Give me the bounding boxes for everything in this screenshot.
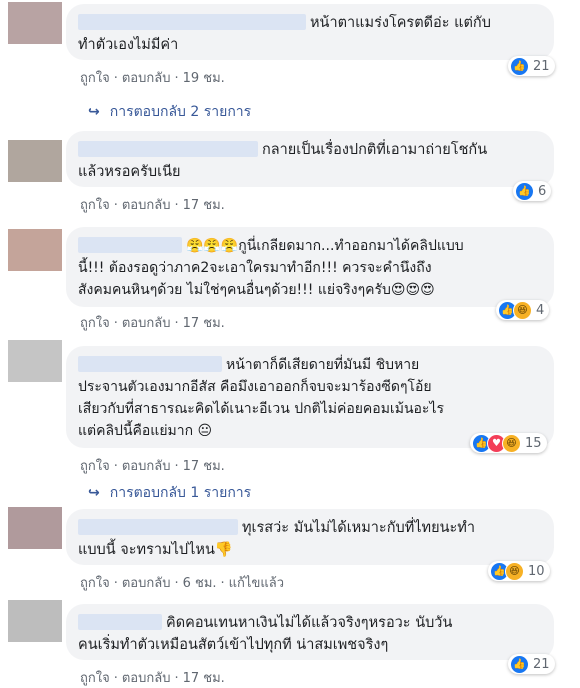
comment-text-line: นี้!!! ต้องรอดูว่าภาค2จะเอาใครมาทำอีก!!!… [78,260,432,276]
comment-text-line: หน้าตาก็ดีเสียดายที่มันมี ชิบหาย [226,357,420,373]
like-link[interactable]: ถูกใจ [80,576,110,591]
comment-text-line: หน้าตาแมร่งโครตดีอ่ะ แต่กับ [310,15,491,31]
commenter-name[interactable] [78,614,162,630]
reaction-count: 21 [533,58,550,74]
comment-actions: ถูกใจ · ตอบกลับ · 17 ชม. [80,198,225,213]
reaction-count: 10 [528,563,545,579]
comment-bubble: หน้าตาแมร่งโครตดีอ่ะ แต่กับ ทำตัวเองไม่ม… [66,4,554,60]
commenter-name[interactable] [78,356,222,372]
reply-link[interactable]: ตอบกลับ [122,316,171,331]
like-link[interactable]: ถูกใจ [80,71,110,86]
like-link[interactable]: ถูกใจ [80,316,110,331]
reaction-summary[interactable]: 👍 😆 4 [496,300,550,320]
like-link[interactable]: ถูกใจ [80,459,110,474]
comment-bubble: 😤😤😤กูนี่เกลียดมาก...ทำออกมาได้คลิปแบบ นี… [66,227,554,307]
reaction-count: 4 [536,302,545,318]
reaction-summary[interactable]: 👍 21 [508,56,555,76]
comment-text-line: คนเริ่มทำตัวเหมือนสัตว์เข้าไปทุกที น่าสม… [78,637,389,653]
comment-actions: ถูกใจ · ตอบกลับ · 17 ชม. [80,459,225,474]
comment-text-line: ทำตัวเองไม่มีค่า [78,37,179,53]
reply-link[interactable]: ตอบกลับ [122,576,171,591]
commenter-name[interactable] [78,519,238,535]
like-reaction-icon: 👍 [515,181,534,201]
comment-actions: ถูกใจ · ตอบกลับ · 19 ชม. [80,71,225,86]
haha-reaction-icon: 😆 [505,561,524,581]
comment-text-line: กลายเป็นเรื่องปกติที่เอามาถ่ายโชกัน [262,142,488,158]
reaction-count: 21 [533,656,550,672]
reaction-summary[interactable]: 👍 6 [513,181,552,201]
like-link[interactable]: ถูกใจ [80,671,110,686]
timestamp[interactable]: 17 ชม. [183,316,225,331]
view-replies-link[interactable]: ↪ การตอบกลับ 2 รายการ [88,101,251,123]
reaction-count: 6 [538,183,547,199]
comment-text-line: ทุเรสว่ะ มันไม่ได้เหมาะกับที่ไทยนะทำ [242,520,476,536]
haha-reaction-icon: 😆 [513,300,532,320]
timestamp[interactable]: 17 ชม. [183,198,225,213]
like-link[interactable]: ถูกใจ [80,198,110,213]
replies-count-label: การตอบกลับ 1 รายการ [109,485,252,501]
comment-actions: ถูกใจ · ตอบกลับ · 17 ชม. [80,316,225,331]
reply-link[interactable]: ตอบกลับ [122,71,171,86]
timestamp[interactable]: 19 ชม. [183,71,225,86]
reply-link[interactable]: ตอบกลับ [122,198,171,213]
comment-bubble: กลายเป็นเรื่องปกติที่เอามาถ่ายโชกัน แล้ว… [66,131,554,187]
comment-text-line: ประจานตัวเองมากอีสัส คือมึงเอาออกก็จบจะม… [78,379,432,395]
comment-text-line: แต่คลิปนี้คือแย่มาก 😐 [78,423,213,439]
replies-count-label: การตอบกลับ 2 รายการ [109,104,252,120]
reaction-summary[interactable]: 👍 ♥ 😆 15 [470,433,547,453]
comment-bubble: ทุเรสว่ะ มันไม่ได้เหมาะกับที่ไทยนะทำ แบบ… [66,509,554,565]
comment-text-line: เสียวกับที่สาธารณะคิดได้เนาะอีเวน ปกติไม… [78,401,445,417]
comment-actions: ถูกใจ · ตอบกลับ · 17 ชม. [80,671,225,686]
avatar[interactable] [8,340,62,382]
comment-bubble: คิดคอนเทนหาเงินไม่ได้แล้วจริงๆหรอวะ นับว… [66,604,554,660]
comment-text-line: แล้วหรอครับเนีย [78,164,181,180]
reaction-summary[interactable]: 👍 21 [508,654,555,674]
haha-reaction-icon: 😆 [502,433,521,453]
reaction-summary[interactable]: 👍 😆 10 [488,561,550,581]
edited-label[interactable]: แก้ไขแล้ว [229,576,284,591]
avatar[interactable] [8,600,62,642]
avatar[interactable] [8,140,62,182]
commenter-name[interactable] [78,14,306,30]
reply-arrow-icon: ↪ [88,104,100,120]
comment-text-line: แบบนี้ จะทรามไปไหน👎 [78,542,233,558]
commenter-name[interactable] [78,237,182,253]
reply-arrow-icon: ↪ [88,485,100,501]
avatar[interactable] [8,507,62,549]
timestamp[interactable]: 17 ชม. [183,459,225,474]
comment-text-line: สังคมคนหินๆด้วย ไม่ใช่ๆคนอื่นๆด้วย!!! แย… [78,282,435,298]
reply-link[interactable]: ตอบกลับ [122,671,171,686]
comment-actions: ถูกใจ · ตอบกลับ · 6 ชม. · แก้ไขแล้ว [80,576,284,591]
avatar[interactable] [8,2,62,44]
reaction-count: 15 [525,435,542,451]
reply-link[interactable]: ตอบกลับ [122,459,171,474]
comment-text-line: คิดคอนเทนหาเงินไม่ได้แล้วจริงๆหรอวะ นับว… [166,615,453,631]
view-replies-link[interactable]: ↪ การตอบกลับ 1 รายการ [88,482,251,504]
like-reaction-icon: 👍 [510,56,529,76]
timestamp[interactable]: 6 ชม. [183,576,217,591]
like-reaction-icon: 👍 [510,654,529,674]
timestamp[interactable]: 17 ชม. [183,671,225,686]
commenter-name[interactable] [78,141,258,157]
avatar[interactable] [8,229,62,271]
comment-text-line: 😤😤😤กูนี่เกลียดมาก...ทำออกมาได้คลิปแบบ [186,238,464,254]
